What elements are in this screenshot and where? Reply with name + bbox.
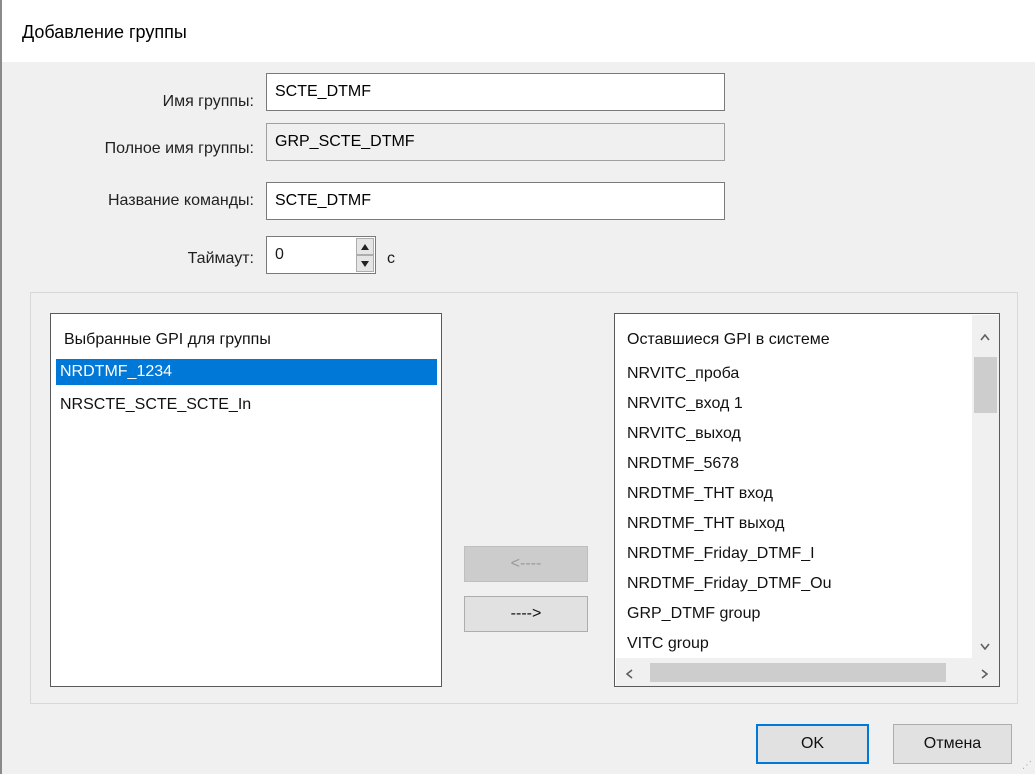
- timeout-stepper: 0: [266, 236, 376, 274]
- ok-button[interactable]: OK: [756, 724, 869, 764]
- timeout-unit: с: [387, 250, 395, 267]
- scroll-down-icon[interactable]: [980, 638, 990, 652]
- vertical-scroll-thumb[interactable]: [974, 357, 997, 413]
- selected-gpi-list[interactable]: Выбранные GPI для группы NRDTMF_1234 NRS…: [50, 313, 442, 687]
- list-item[interactable]: NRDTMF_THT вход: [623, 481, 973, 507]
- scroll-left-icon[interactable]: [625, 667, 633, 681]
- list-item[interactable]: GRP_DTMF group: [623, 601, 973, 627]
- command-name-label: Название команды:: [107, 192, 254, 209]
- window-title: Добавление группы: [22, 22, 187, 42]
- full-group-name-field: GRP_SCTE_DTMF: [266, 123, 725, 161]
- full-group-name-label: Полное имя группы:: [104, 140, 254, 157]
- list-item[interactable]: NRVITC_вход 1: [623, 391, 973, 417]
- move-to-remaining-button[interactable]: ---->: [464, 596, 588, 632]
- list-item[interactable]: NRSCTE_SCTE_SCTE_In: [56, 392, 437, 418]
- arrow-down-icon: [361, 260, 369, 267]
- list-item[interactable]: NRVITC_выход: [623, 421, 973, 447]
- remaining-gpi-header: Оставшиеся GPI в системе: [627, 331, 830, 348]
- list-item[interactable]: NRVITC_проба: [623, 361, 973, 387]
- command-name-input[interactable]: SCTE_DTMF: [266, 182, 725, 220]
- scroll-up-icon[interactable]: [980, 329, 990, 343]
- group-name-input[interactable]: SCTE_DTMF: [266, 73, 725, 111]
- list-item[interactable]: VITC group: [623, 631, 973, 657]
- add-group-dialog: Добавление группы Имя группы: SCTE_DTMF …: [0, 0, 1035, 774]
- vertical-scrollbar[interactable]: [972, 315, 999, 658]
- timeout-increment-button[interactable]: [356, 238, 374, 255]
- arrow-up-icon: [361, 243, 369, 250]
- cancel-button[interactable]: Отмена: [893, 724, 1012, 764]
- selected-gpi-header: Выбранные GPI для группы: [64, 331, 271, 348]
- window-border: [0, 0, 2, 774]
- scroll-right-icon[interactable]: [981, 667, 989, 681]
- list-item[interactable]: NRDTMF_1234: [56, 359, 437, 385]
- scroll-corner: [972, 658, 999, 686]
- title-bar: Добавление группы: [0, 0, 1035, 62]
- timeout-value[interactable]: 0: [275, 246, 284, 264]
- list-item[interactable]: NRDTMF_THT выход: [623, 511, 973, 537]
- horizontal-scroll-thumb[interactable]: [650, 663, 946, 682]
- group-name-label: Имя группы:: [162, 93, 254, 110]
- timeout-label: Таймаут:: [187, 250, 254, 267]
- resize-grip-icon[interactable]: ⋰: [1022, 760, 1032, 771]
- list-item[interactable]: NRDTMF_5678: [623, 451, 973, 477]
- list-item[interactable]: NRDTMF_Friday_DTMF_I: [623, 541, 973, 567]
- remaining-gpi-list[interactable]: Оставшиеся GPI в системе NRVITC_проба NR…: [614, 313, 1000, 687]
- move-to-selected-button[interactable]: <----: [464, 546, 588, 582]
- list-item[interactable]: NRDTMF_Friday_DTMF_Ou: [623, 571, 973, 597]
- timeout-decrement-button[interactable]: [356, 255, 374, 272]
- horizontal-scrollbar[interactable]: [616, 658, 972, 686]
